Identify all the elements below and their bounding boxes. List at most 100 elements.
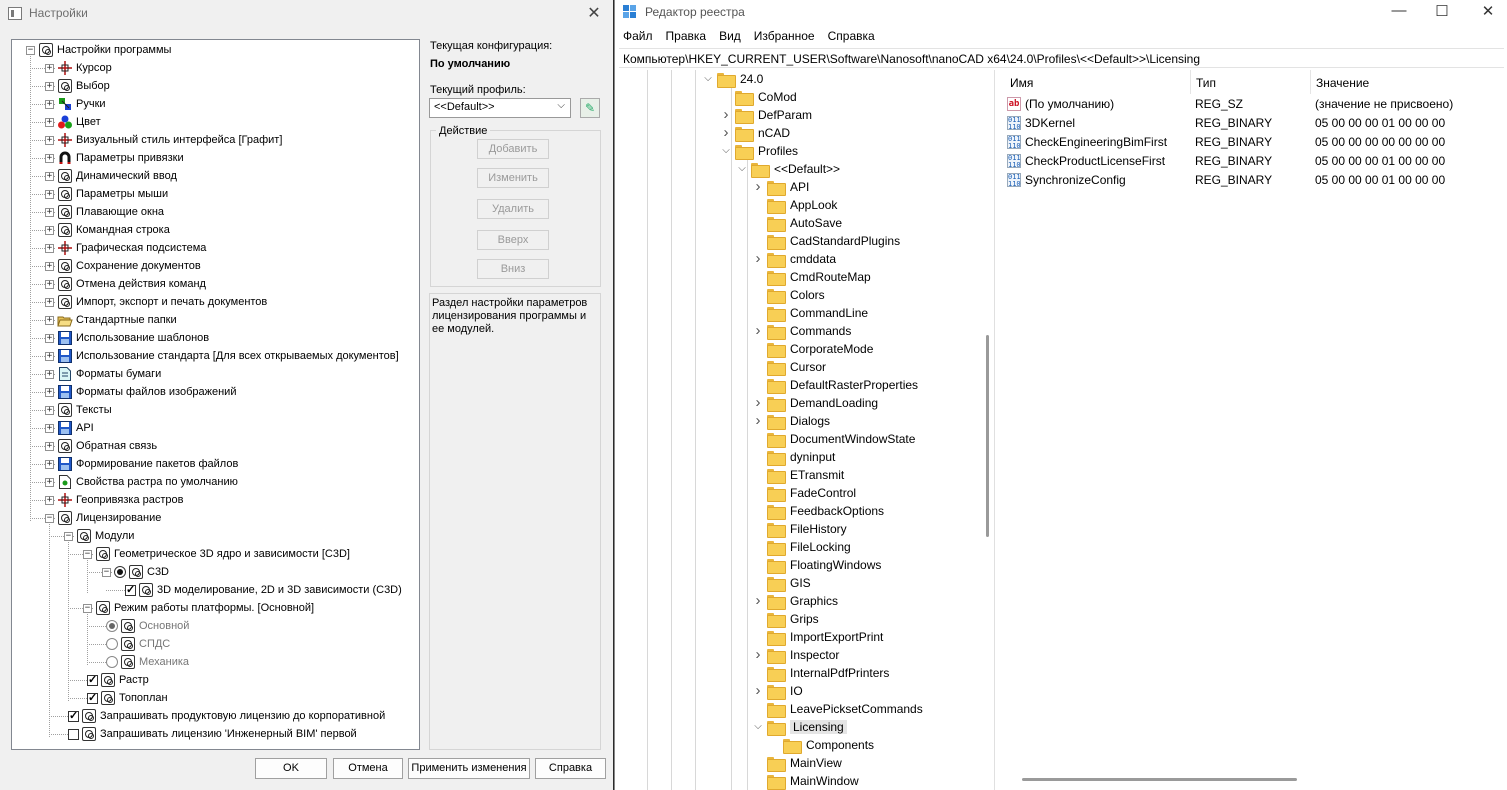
expand-icon[interactable]: + — [45, 388, 54, 397]
registry-key[interactable]: 24.0 — [717, 70, 763, 88]
expand-icon[interactable]: + — [45, 460, 54, 469]
tree-item[interactable]: Ручки — [57, 95, 106, 113]
apply-button[interactable]: Применить изменения — [408, 758, 530, 779]
tree-item[interactable]: Использование шаблонов — [57, 329, 209, 347]
tree-item[interactable]: Стандартные папки — [57, 311, 177, 329]
registry-key[interactable]: CommandLine — [767, 304, 868, 322]
tree-item[interactable]: Свойства растра по умолчанию — [57, 473, 238, 491]
ok-button[interactable]: OK — [255, 758, 327, 779]
tree-item[interactable]: Модули — [76, 527, 134, 545]
expand-icon[interactable]: + — [45, 172, 54, 181]
chevron-right-icon[interactable]: › — [753, 646, 763, 663]
registry-key[interactable]: LeavePicksetCommands — [767, 700, 923, 718]
expand-icon[interactable]: + — [45, 424, 54, 433]
registry-key[interactable]: cmddata — [767, 250, 836, 268]
registry-value-row[interactable]: ab (По умолчанию) REG_SZ (значение не присв… — [1002, 94, 1502, 113]
checkbox[interactable] — [87, 691, 98, 704]
expand-icon[interactable]: + — [45, 280, 54, 289]
tree-item[interactable]: Топоплан — [87, 689, 168, 707]
tree-item[interactable]: Сохранение документов — [57, 257, 201, 275]
chevron-right-icon[interactable]: › — [753, 178, 763, 195]
checkbox[interactable] — [125, 583, 136, 596]
delete-button[interactable]: Удалить — [477, 199, 549, 219]
minimize-icon[interactable]: — — [1384, 2, 1414, 19]
tree-item[interactable]: Цвет — [57, 113, 101, 131]
move-down-button[interactable]: Вниз — [477, 259, 549, 279]
expand-icon[interactable]: + — [45, 442, 54, 451]
radio-button[interactable] — [114, 566, 126, 578]
registry-key[interactable]: Cursor — [767, 358, 826, 376]
settings-tree[interactable]: − Настройки программы + Курсор + Выбор + Ручки +… — [11, 39, 420, 750]
registry-key[interactable]: FadeControl — [767, 484, 856, 502]
registry-key[interactable]: FloatingWindows — [767, 556, 881, 574]
expand-icon[interactable]: + — [45, 262, 54, 271]
address-bar[interactable]: Компьютер\HKEY_CURRENT_USER\Software\Nan… — [619, 48, 1504, 68]
edit-button[interactable]: Изменить — [477, 168, 549, 188]
checkbox[interactable] — [68, 728, 79, 740]
chevron-right-icon[interactable]: › — [753, 250, 763, 267]
expand-icon[interactable]: + — [45, 406, 54, 415]
checkbox[interactable] — [68, 709, 79, 722]
tree-item[interactable]: Динамический ввод — [57, 167, 177, 185]
tree-item[interactable]: Форматы бумаги — [57, 365, 161, 383]
registry-key[interactable]: Profiles — [735, 142, 798, 160]
expand-icon[interactable]: + — [45, 100, 54, 109]
expand-icon[interactable]: + — [45, 370, 54, 379]
menu-file[interactable]: Файл — [623, 29, 653, 43]
profile-manager-icon[interactable]: ✎ — [580, 98, 600, 118]
registry-key[interactable]: Commands — [767, 322, 851, 340]
tree-item[interactable]: Форматы файлов изображений — [57, 383, 236, 401]
chevron-right-icon[interactable]: › — [721, 106, 731, 123]
registry-key[interactable]: DefParam — [735, 106, 812, 124]
column-separator[interactable] — [1190, 70, 1191, 94]
chevron-right-icon[interactable]: › — [753, 322, 763, 339]
registry-value-row[interactable]: 011 110 CheckProductLicenseFirst REG_BINAR… — [1002, 151, 1502, 170]
registry-value-row[interactable]: 011 110 SynchronizeConfig REG_BINARY 05 00 … — [1002, 170, 1502, 189]
registry-key[interactable]: Components — [783, 736, 874, 754]
registry-key[interactable]: DemandLoading — [767, 394, 878, 412]
registry-key[interactable]: nCAD — [735, 124, 790, 142]
registry-key[interactable]: CmdRouteMap — [767, 268, 871, 286]
move-up-button[interactable]: Вверх — [477, 230, 549, 250]
registry-key[interactable]: InternalPdfPrinters — [767, 664, 889, 682]
expand-icon[interactable]: + — [45, 496, 54, 505]
registry-key[interactable]: <<Default>> — [751, 160, 840, 178]
registry-value-row[interactable]: 011 110 CheckEngineeringBimFirst REG_BINAR… — [1002, 132, 1502, 151]
expand-icon[interactable]: + — [45, 82, 54, 91]
chevron-right-icon[interactable]: › — [753, 394, 763, 411]
tree-item[interactable]: Отмена действия команд — [57, 275, 206, 293]
registry-key[interactable]: AutoSave — [767, 214, 842, 232]
add-button[interactable]: Добавить — [477, 139, 549, 159]
profile-select[interactable]: <<Default>> ⌵ — [429, 98, 571, 118]
registry-key[interactable]: AppLook — [767, 196, 837, 214]
registry-key[interactable]: Graphics — [767, 592, 838, 610]
registry-key[interactable]: Dialogs — [767, 412, 830, 430]
registry-key[interactable]: CoMod — [735, 88, 797, 106]
chevron-down-icon[interactable]: ⌵ — [703, 73, 713, 84]
registry-key[interactable]: Grips — [767, 610, 819, 628]
collapse-icon[interactable]: − — [26, 46, 35, 55]
chevron-down-icon[interactable]: ⌵ — [721, 145, 731, 156]
tree-item[interactable]: СПДС — [106, 635, 170, 653]
expand-icon[interactable]: + — [45, 190, 54, 199]
tree-item[interactable]: Основной — [106, 617, 189, 635]
tree-item[interactable]: Визуальный стиль интерфейса [Графит] — [57, 131, 282, 149]
tree-item[interactable]: Командная строка — [57, 221, 170, 239]
registry-key[interactable]: CadStandardPlugins — [767, 232, 900, 250]
maximize-icon[interactable]: ☐ — [1427, 2, 1457, 20]
registry-key[interactable]: FileLocking — [767, 538, 851, 556]
column-value[interactable]: Значение — [1316, 72, 1369, 94]
collapse-icon[interactable]: − — [83, 550, 92, 559]
registry-key[interactable]: FeedbackOptions — [767, 502, 884, 520]
registry-key[interactable]: dyninput — [767, 448, 835, 466]
registry-key[interactable]: GIS — [767, 574, 811, 592]
tree-item[interactable]: Запрашивать лицензию 'Инженерный BIM' пе… — [68, 725, 357, 743]
registry-value-row[interactable]: 011 110 3DKernel REG_BINARY 05 00 00 00 01 … — [1002, 113, 1502, 132]
expand-icon[interactable]: + — [45, 118, 54, 127]
help-button[interactable]: Справка — [535, 758, 606, 779]
tree-item[interactable]: Использование стандарта [Для всех открыв… — [57, 347, 399, 365]
registry-key[interactable]: MainWindow — [767, 772, 859, 790]
registry-key[interactable]: MainView — [767, 754, 842, 772]
tree-item[interactable]: Формирование пакетов файлов — [57, 455, 238, 473]
collapse-icon[interactable]: − — [83, 604, 92, 613]
